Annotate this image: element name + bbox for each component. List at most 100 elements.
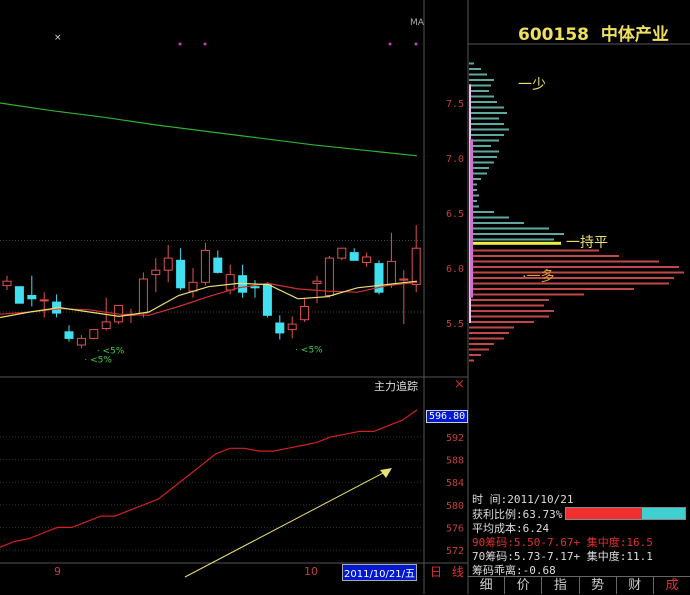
candle-body	[176, 259, 186, 289]
info-time: 时 间:2011/10/21	[472, 493, 574, 506]
candle-body	[399, 278, 409, 281]
tab-price[interactable]: 价	[505, 577, 543, 594]
candle-body	[262, 284, 272, 316]
candle-body	[64, 331, 74, 339]
chip-bar	[469, 315, 549, 318]
chip-bar	[469, 68, 481, 70]
candle-body	[101, 321, 111, 329]
chip-bar	[469, 62, 474, 65]
candle-body	[362, 256, 372, 263]
candle-body	[287, 323, 297, 331]
chip-bar	[469, 90, 489, 92]
indicator-line	[0, 409, 418, 548]
indicator-tick-label: 592	[446, 433, 464, 444]
chip-bar	[469, 227, 549, 230]
chip-bar	[469, 343, 494, 345]
signal-dot	[414, 42, 418, 46]
chip-bar-flat	[469, 241, 561, 245]
tab-trend[interactable]: 势	[580, 577, 617, 594]
candle-body	[188, 281, 198, 292]
chip-bar	[469, 101, 497, 103]
indicator-tick-label: 576	[446, 523, 464, 534]
tab-detail[interactable]: 细	[468, 577, 506, 594]
candle-body	[275, 322, 285, 334]
chip-70-range	[470, 139, 473, 298]
trend-arrow	[184, 471, 386, 578]
indicator-title: 主力追踪	[374, 380, 418, 393]
low-change-marker: · <5%	[295, 345, 323, 355]
indicator-tick-label: 584	[446, 478, 464, 489]
chip-annotation-few: 一少	[518, 77, 546, 93]
close-icon[interactable]: ×	[454, 377, 465, 392]
candle-body	[213, 257, 223, 273]
chip-bar	[469, 139, 499, 142]
chip-bar	[469, 277, 674, 279]
chip-bar	[469, 299, 549, 301]
period-button[interactable]: 日 线	[430, 563, 467, 580]
price-tick-label: 5.5	[446, 319, 464, 330]
signal-dot	[388, 42, 392, 46]
ma-label: MA	[410, 18, 424, 28]
marker-icon: ×	[54, 33, 62, 43]
chip-bar	[469, 348, 489, 351]
arrow-head-icon	[380, 468, 392, 478]
tab-indicator[interactable]: 指	[542, 577, 580, 594]
chip-bar	[469, 156, 497, 158]
chip-bar	[469, 106, 504, 109]
candle-body	[250, 286, 260, 289]
indicator-tick-label: 572	[446, 546, 464, 557]
candle-body	[411, 247, 421, 285]
chip-bar	[469, 112, 507, 114]
chip-bar	[469, 271, 684, 274]
chip-bar	[469, 123, 504, 125]
candle-body	[312, 280, 322, 284]
candle-body	[163, 257, 173, 271]
chip-bar	[469, 238, 554, 241]
chip-bar	[469, 128, 509, 131]
chip-bar	[469, 260, 659, 263]
chip-bar	[469, 288, 634, 290]
chip-bar	[469, 255, 619, 257]
chart-canvas[interactable]: 7.57.06.56.05.5 · <5%· <5% · <5% 59258858…	[0, 0, 690, 594]
price-tick-label: 7.5	[446, 99, 464, 110]
candle-body	[89, 329, 99, 339]
chip-bar	[469, 73, 487, 76]
signal-dot	[203, 42, 207, 46]
indicator-current-value: 596.80	[426, 410, 469, 423]
indicator-tick-label: 580	[446, 501, 464, 512]
chip-bar	[469, 293, 584, 296]
candle-body	[337, 247, 347, 259]
profit-ratio-bar	[565, 507, 686, 520]
current-date: 2011/10/21/五	[342, 564, 418, 581]
ma-long-line	[0, 102, 418, 157]
chip-bar	[469, 354, 481, 356]
profit-ratio-fill	[566, 508, 642, 519]
tab-chips[interactable]: 成	[654, 577, 690, 594]
candle-body	[138, 278, 148, 314]
candle-body	[386, 260, 396, 285]
candle-body	[349, 252, 359, 261]
indicator-tick-label: 588	[446, 456, 464, 467]
chip-bar	[469, 222, 524, 224]
chip-bar	[469, 150, 499, 153]
chip-annotation-flat: 一持平	[566, 235, 608, 251]
price-tick-label: 6.5	[446, 209, 464, 220]
chip-bar	[469, 337, 504, 340]
candle-body	[76, 337, 86, 346]
candle-body	[27, 295, 37, 300]
tab-finance[interactable]: 财	[617, 577, 654, 594]
price-tick-label: 6.0	[446, 264, 464, 275]
candle-body	[39, 299, 49, 302]
low-change-marker: · <5%	[97, 347, 125, 357]
chip-bar	[469, 332, 509, 334]
chip-bar	[469, 134, 504, 136]
candle-body	[2, 280, 12, 287]
price-tick-label: 7.0	[446, 154, 464, 165]
candle-body	[324, 257, 334, 297]
chip-bar	[469, 233, 564, 235]
candle-body	[300, 306, 310, 321]
chip-bar	[469, 216, 509, 219]
chip-bar	[469, 84, 491, 87]
chip-bar	[469, 282, 669, 285]
candle-body	[225, 274, 235, 291]
